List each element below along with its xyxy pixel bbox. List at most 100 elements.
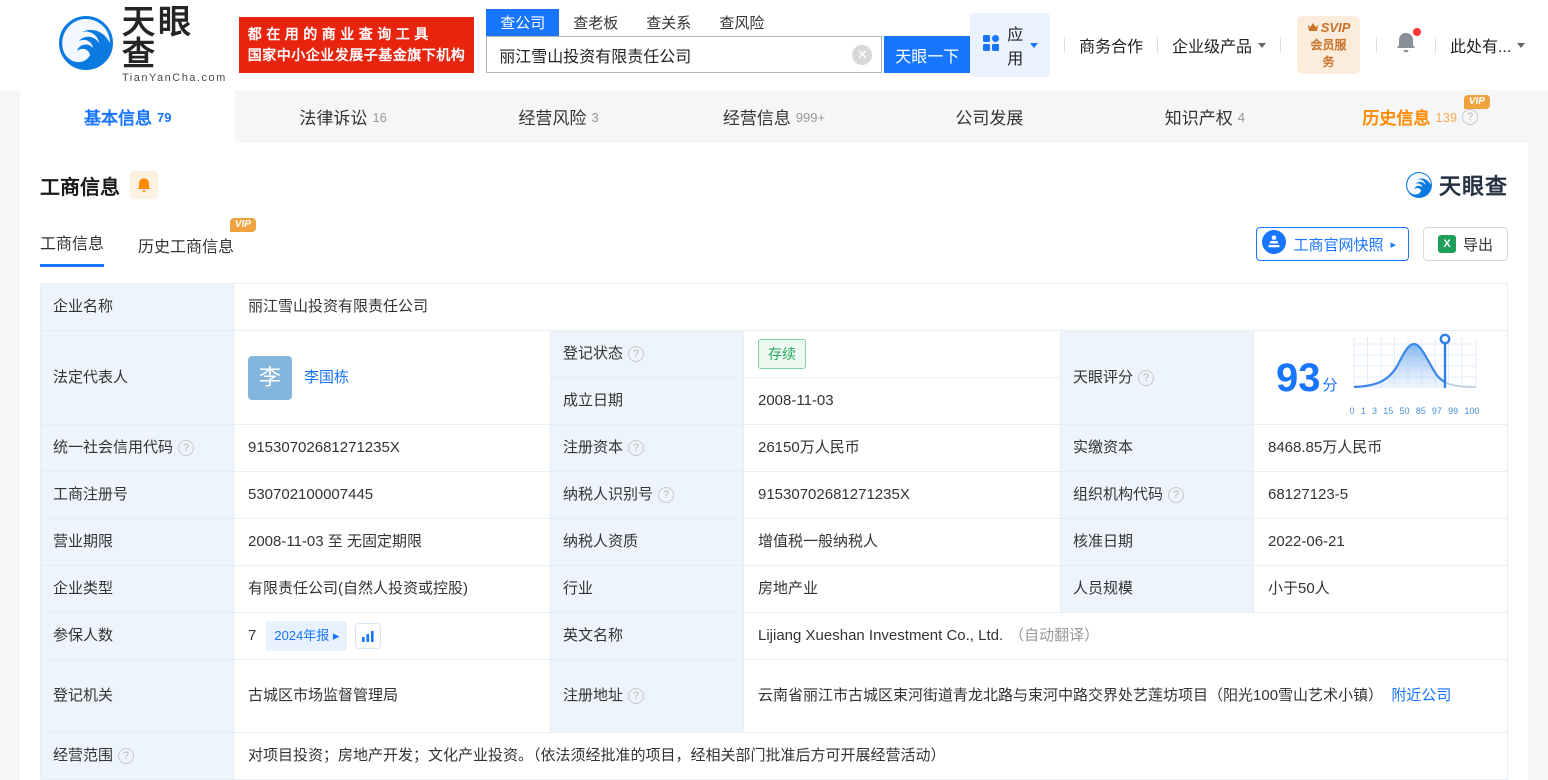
- field-label-staff-size: 人员规模: [1061, 566, 1253, 612]
- field-label-industry: 行业: [551, 566, 743, 612]
- help-icon[interactable]: ?: [628, 688, 645, 704]
- help-icon[interactable]: ?: [1168, 487, 1185, 503]
- search-input[interactable]: [486, 36, 883, 73]
- field-value-business-term: 2008-11-03 至 无固定期限: [234, 519, 550, 565]
- section-title: 工商信息: [40, 176, 120, 199]
- score-unit: 分: [1322, 376, 1338, 394]
- search-area: 查公司 查老板 查关系 查风险 ✕ 天眼一下: [486, 0, 971, 73]
- field-value-establishment-date: 2008-11-03: [744, 378, 1060, 424]
- account-menu[interactable]: 此处有...: [1450, 33, 1526, 57]
- apps-grid-icon: [982, 34, 1000, 57]
- watermark-logo: 天眼查: [1405, 169, 1508, 201]
- field-label-establishment-date: 成立日期: [551, 378, 743, 424]
- auto-translate-note: （自动翻译）: [1009, 627, 1100, 644]
- legal-representative-link[interactable]: 李国栋: [304, 366, 349, 390]
- vip-badge: VIP: [1463, 95, 1490, 109]
- field-value-company-type: 有限责任公司(自然人投资或控股): [234, 566, 550, 612]
- field-label-paid-in-capital: 实缴资本: [1061, 425, 1253, 471]
- field-label-registration-authority: 登记机关: [41, 660, 233, 732]
- field-value-industry: 房地产业: [744, 566, 1060, 612]
- subtab-business-info[interactable]: 工商信息: [40, 230, 105, 267]
- help-icon[interactable]: ?: [178, 440, 195, 456]
- field-label-credit-code: 统一社会信用代码?: [41, 425, 233, 471]
- tab-operating-risk[interactable]: 经营风险 3: [451, 90, 666, 143]
- field-label-business-term: 营业期限: [41, 519, 233, 565]
- chevron-down-icon: [1517, 42, 1526, 48]
- field-value-taxpayer-id: 91530702681271235X: [744, 472, 1060, 518]
- field-label-registered-capital: 注册资本?: [551, 425, 743, 471]
- tab-legal-proceedings[interactable]: 法律诉讼 16: [235, 90, 450, 143]
- status-badge: 存续: [758, 339, 806, 369]
- search-button[interactable]: 天眼一下: [884, 36, 971, 73]
- subtab-history-business-info[interactable]: VIP 历史工商信息: [138, 218, 257, 267]
- subscribe-bell-icon[interactable]: [130, 171, 158, 199]
- arrow-right-icon: ▸: [1390, 238, 1396, 251]
- main-tab-bar: 基本信息 79 法律诉讼 16 经营风险 3 经营信息 999+ 公司发展 知识产权 4 …: [20, 90, 1528, 143]
- business-cooperation-link[interactable]: 商务合作: [1079, 33, 1143, 57]
- tab-history-info[interactable]: VIP 历史信息 139 ?: [1313, 90, 1528, 143]
- field-value-registration-status: 存续: [744, 331, 1060, 377]
- avatar: 李: [248, 355, 292, 400]
- search-tab-company[interactable]: 查公司: [486, 9, 560, 36]
- enterprise-products-menu[interactable]: 企业级产品: [1172, 33, 1266, 57]
- apps-menu[interactable]: 应用: [970, 13, 1051, 77]
- help-icon[interactable]: ?: [628, 440, 645, 456]
- field-value-staff-size: 小于50人: [1254, 566, 1507, 612]
- help-icon[interactable]: ?: [628, 346, 645, 362]
- field-label-approval-date: 核准日期: [1061, 519, 1253, 565]
- field-value-insured-count: 7 2024年报 ▸: [234, 613, 550, 659]
- header-nav: 应用 商务合作 企业级产品 SVIP 会员服务 此处有...: [970, 13, 1526, 77]
- help-icon[interactable]: ?: [658, 487, 675, 503]
- tab-basic-info[interactable]: 基本信息 79: [20, 90, 236, 143]
- vip-badge: VIP: [229, 218, 257, 232]
- search-tab-relation[interactable]: 查关系: [632, 9, 705, 36]
- field-value-taxpayer-quality: 增值税一般纳税人: [744, 519, 1060, 565]
- field-value-registered-capital: 26150万人民币: [744, 425, 1060, 471]
- field-label-registration-status: 登记状态?: [551, 331, 743, 377]
- field-value-organization-code: 68127123-5: [1254, 472, 1507, 518]
- promo-line-2: 国家中小企业发展子基金旗下机构: [247, 47, 466, 63]
- apps-label: 应用: [1007, 27, 1024, 68]
- field-label-organization-code: 组织机构代码?: [1061, 472, 1253, 518]
- field-label-taxpayer-id: 纳税人识别号?: [551, 472, 743, 518]
- stamp-icon: [1262, 230, 1287, 258]
- field-label-english-name: 英文名称: [551, 613, 743, 659]
- official-snapshot-button[interactable]: 工商官网快照 ▸: [1256, 227, 1409, 261]
- search-tab-boss[interactable]: 查老板: [559, 9, 632, 36]
- export-button[interactable]: X 导出: [1422, 227, 1508, 261]
- help-icon[interactable]: ?: [118, 748, 135, 764]
- field-value-registration-authority: 古城区市场监督管理局: [234, 660, 550, 732]
- field-value-business-scope: 对项目投资；房地产开发；文化产业投资。（依法须经批准的项目，经相关部门批准后方可…: [234, 733, 1507, 779]
- search-tab-risk[interactable]: 查风险: [705, 9, 778, 36]
- nearby-companies-link[interactable]: 附近公司: [1391, 687, 1451, 704]
- tab-intellectual-property[interactable]: 知识产权 4: [1097, 90, 1312, 143]
- trend-chart-icon[interactable]: [355, 623, 382, 649]
- field-value-registration-number: 530702100007445: [234, 472, 550, 518]
- field-label-tianyan-score: 天眼评分?: [1061, 331, 1253, 424]
- field-label-registered-address: 注册地址?: [551, 660, 743, 732]
- help-icon[interactable]: ?: [1138, 369, 1155, 386]
- score-axis-labels: 0 1 3 15 50 85 97 99 100: [1349, 406, 1480, 416]
- promo-banner: 都在用的商业查询工具 国家中小企业发展子基金旗下机构: [238, 17, 475, 73]
- score-number: 93: [1276, 355, 1321, 400]
- tab-operating-info[interactable]: 经营信息 999+: [666, 90, 881, 143]
- top-header: 天眼查 TianYanCha.com 都在用的商业查询工具 国家中小企业发展子基…: [0, 0, 1548, 90]
- help-icon[interactable]: ?: [1462, 108, 1479, 125]
- field-value-company-name: 丽江雪山投资有限责任公司: [234, 284, 1507, 330]
- chevron-down-icon: [1257, 42, 1266, 48]
- notification-bell-icon[interactable]: [1395, 27, 1422, 60]
- annual-report-badge[interactable]: 2024年报 ▸: [266, 621, 348, 651]
- site-logo[interactable]: 天眼查 TianYanCha.com: [58, 5, 227, 84]
- field-value-english-name: Lijiang Xueshan Investment Co., Ltd. （自动…: [744, 613, 1507, 659]
- business-info-table: 企业名称 丽江雪山投资有限责任公司 法定代表人 李 李国栋 登记状态? 存续 天…: [40, 283, 1508, 780]
- crown-icon: [1307, 20, 1319, 35]
- field-label-taxpayer-quality: 纳税人资质: [551, 519, 743, 565]
- field-label-company-type: 企业类型: [41, 566, 233, 612]
- tab-company-development[interactable]: 公司发展: [882, 90, 1097, 143]
- svip-member-button[interactable]: SVIP 会员服务: [1296, 16, 1361, 74]
- notification-dot: [1413, 27, 1422, 36]
- tianyancha-logo-icon: [1405, 172, 1432, 198]
- field-label-insured-count: 参保人数: [41, 613, 233, 659]
- field-value-paid-in-capital: 8468.85万人民币: [1254, 425, 1507, 471]
- field-value-registered-address: 云南省丽江市古城区束河街道青龙北路与束河中路交界处艺莲坊项目（阳光100雪山艺术…: [744, 660, 1507, 732]
